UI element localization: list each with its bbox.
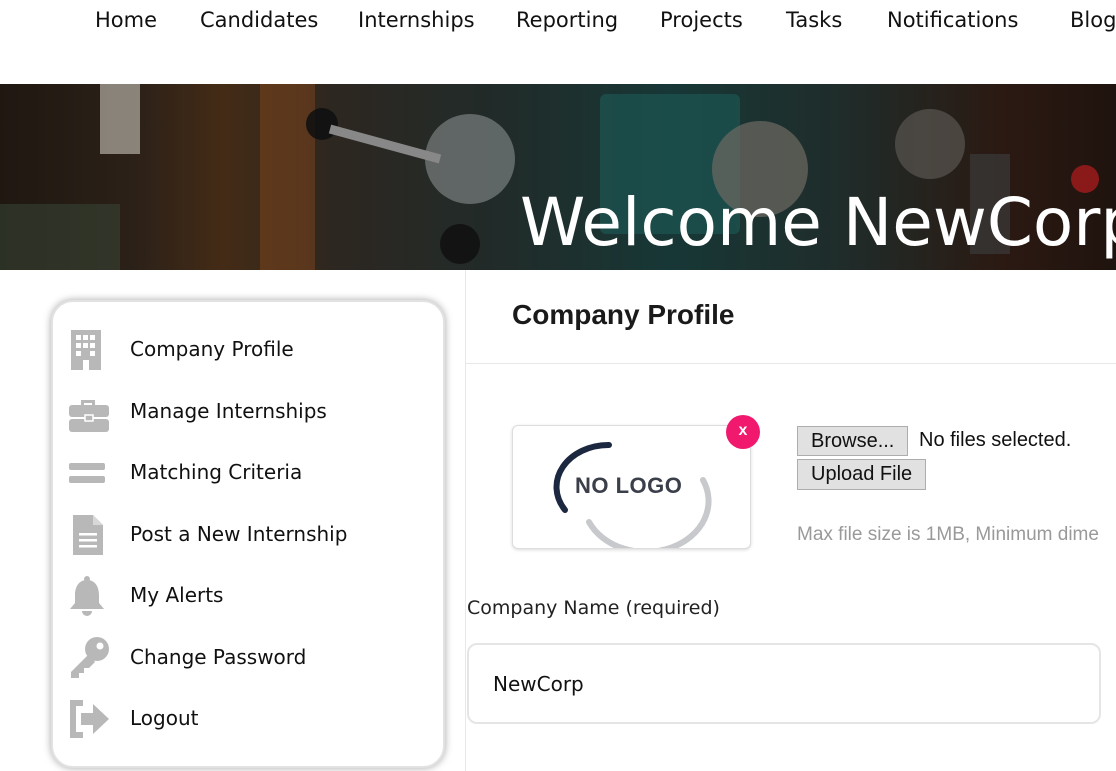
sidebar-item-label: Change Password [130, 645, 307, 669]
nav-notifications[interactable]: Notifications [887, 8, 1018, 32]
briefcase-icon [69, 400, 109, 432]
sidebar-item-change-password[interactable]: Change Password [53, 633, 443, 683]
title-divider [466, 363, 1116, 364]
sidebar-item-company-profile[interactable]: Company Profile [53, 325, 443, 375]
company-name-label: Company Name (required) [467, 597, 720, 619]
top-nav: Home Candidates Internships Reporting Pr… [0, 0, 1116, 84]
bell-icon [70, 576, 104, 616]
nav-tasks[interactable]: Tasks [786, 8, 842, 32]
sidebar-item-label: Post a New Internship [130, 522, 348, 546]
hero-banner: Welcome NewCorp [0, 84, 1116, 270]
sidebar-item-label: My Alerts [130, 583, 224, 607]
upload-hint: Max file size is 1MB, Minimum dime [797, 524, 1099, 545]
key-icon [71, 637, 109, 678]
hero-title: Welcome NewCorp [520, 184, 1116, 261]
logo-preview: NO LOGO [512, 425, 751, 549]
nav-reporting[interactable]: Reporting [516, 8, 618, 32]
sidebar-item-matching-criteria[interactable]: Matching Criteria [53, 448, 443, 498]
nav-projects[interactable]: Projects [660, 8, 743, 32]
document-icon [73, 515, 103, 555]
column-divider [465, 270, 466, 771]
company-name-input[interactable] [467, 643, 1101, 724]
browse-button[interactable]: Browse... [797, 426, 909, 456]
sidebar-item-label: Matching Criteria [130, 460, 303, 484]
no-logo-placeholder: NO LOGO [575, 473, 683, 498]
sidebar-item-post-internship[interactable]: Post a New Internship [53, 510, 443, 560]
page-title: Company Profile [512, 299, 735, 330]
equals-icon [69, 463, 105, 483]
sidebar-menu: Company Profile Manage Internships Match… [51, 300, 445, 768]
sidebar-item-manage-internships[interactable]: Manage Internships [53, 387, 443, 437]
sidebar-item-label: Manage Internships [130, 399, 327, 423]
remove-logo-button[interactable]: x [726, 415, 760, 449]
building-icon [71, 330, 101, 370]
sidebar-item-label: Logout [130, 706, 199, 730]
sidebar-item-my-alerts[interactable]: My Alerts [53, 571, 443, 621]
upload-file-button[interactable]: Upload File [797, 459, 927, 490]
nav-home[interactable]: Home [95, 8, 157, 32]
nav-internships[interactable]: Internships [358, 8, 475, 32]
file-status: No files selected. [919, 429, 1072, 451]
nav-blog[interactable]: Blog [1070, 8, 1116, 32]
nav-candidates[interactable]: Candidates [200, 8, 318, 32]
sidebar-item-label: Company Profile [130, 337, 294, 361]
logout-icon [70, 700, 109, 738]
sidebar-item-logout[interactable]: Logout [53, 694, 443, 744]
